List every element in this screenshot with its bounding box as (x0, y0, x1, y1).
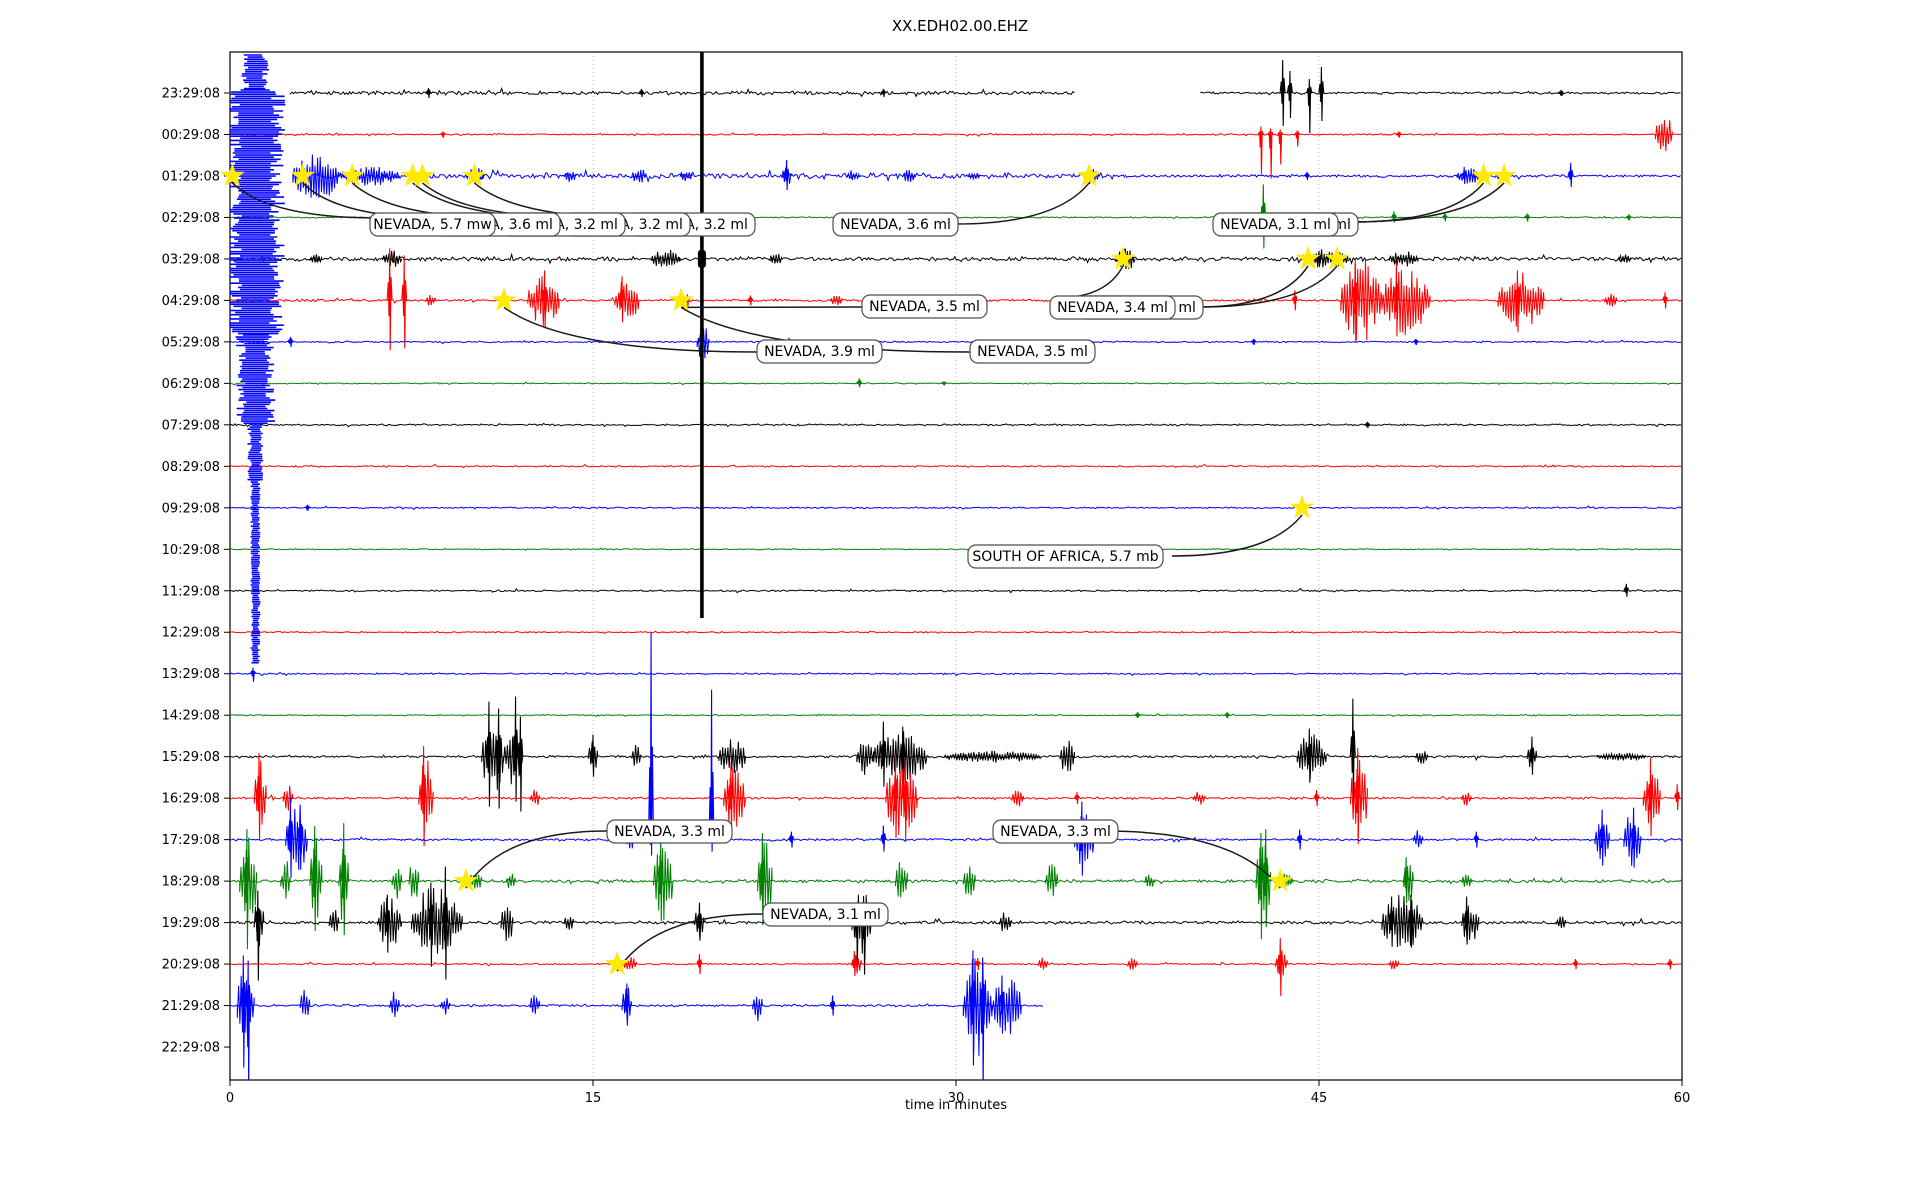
event-label: NEVADA, 3.1 ml (1212, 212, 1339, 237)
event-connector (1055, 265, 1124, 299)
y-tick-label: 01:29:08 (162, 169, 220, 184)
y-tick-label: 20:29:08 (162, 958, 220, 973)
event-label: NEVADA, 5.7 mw (369, 212, 496, 237)
y-tick-label: 00:29:08 (162, 128, 220, 143)
y-tick-label: 02:29:08 (162, 211, 220, 226)
event-label: NEVADA, 3.4 ml (1049, 295, 1176, 320)
y-tick-label: 07:29:08 (162, 418, 220, 433)
y-tick-label: 03:29:08 (162, 252, 220, 267)
svg-text:NEVADA, 3.3 ml: NEVADA, 3.3 ml (614, 824, 725, 840)
event-label: NEVADA, 3.3 ml (992, 819, 1119, 844)
clipped-black-event-line (700, 52, 704, 618)
event-star-marker (1295, 245, 1321, 270)
svg-text:NEVADA, 3.1 ml: NEVADA, 3.1 ml (1220, 217, 1331, 233)
svg-text:NEVADA, 5.7 mw: NEVADA, 5.7 mw (373, 217, 491, 233)
y-tick-label: 04:29:08 (162, 294, 220, 309)
y-tick-label: 22:29:08 (162, 1041, 220, 1056)
event-label: NEVADA, 3.6 ml (832, 212, 959, 237)
y-tick-label: 23:29:08 (162, 87, 220, 102)
svg-text:NEVADA, 3.3 ml: NEVADA, 3.3 ml (1000, 824, 1111, 840)
event-label: NEVADA, 3.1 ml (762, 902, 889, 927)
y-tick-label: 12:29:08 (162, 626, 220, 641)
svg-text:NEVADA, 3.5 ml: NEVADA, 3.5 ml (977, 344, 1088, 360)
y-tick-label: 09:29:08 (162, 501, 220, 516)
y-tick-label: 19:29:08 (162, 916, 220, 931)
x-axis-label: time in minutes (904, 1098, 1008, 1113)
svg-text:SOUTH OF AFRICA, 5.7 mb: SOUTH OF AFRICA, 5.7 mb (972, 549, 1158, 565)
y-tick-label: 10:29:08 (162, 543, 220, 558)
helicorder-page: XX.EDH02.00.EHZ 23:29:08 00:29:08 01:29:08… (0, 0, 1920, 1200)
y-tick-label: 17:29:08 (162, 833, 220, 848)
svg-text:NEVADA, 3.5 ml: NEVADA, 3.5 ml (869, 299, 980, 315)
y-tick-label: 18:29:08 (162, 875, 220, 890)
y-tick-label: 21:29:08 (162, 999, 220, 1014)
svg-text:NEVADA, 3.1 ml: NEVADA, 3.1 ml (770, 907, 881, 923)
helicorder-plot: 23:29:08 00:29:08 01:29:08 02:29:08 03:29:08… (162, 51, 1690, 1106)
y-tick-label: 06:29:08 (162, 377, 220, 392)
y-tick-label: 11:29:08 (162, 584, 220, 599)
event-star-marker (1491, 163, 1517, 187)
svg-text:NEVADA, 3.9 ml: NEVADA, 3.9 ml (764, 344, 875, 360)
y-tick-label: 08:29:08 (162, 460, 220, 475)
event-label: SOUTH OF AFRICA, 5.7 mb (967, 544, 1164, 569)
event-label: NEVADA, 3.5 ml (969, 339, 1096, 364)
y-tick-label: 14:29:08 (162, 709, 220, 724)
event-label: NEVADA, 3.9 ml (756, 339, 883, 364)
clipped-blue-burst (230, 54, 286, 664)
y-tick-label: 16:29:08 (162, 792, 220, 807)
event-connector (1351, 182, 1485, 223)
y-tick-label: 15:29:08 (162, 750, 220, 765)
svg-text:NEVADA, 3.4 ml: NEVADA, 3.4 ml (1057, 300, 1168, 316)
event-label: NEVADA, 3.5 ml (861, 294, 988, 319)
event-star-marker (1324, 245, 1350, 270)
y-tick-label: 13:29:08 (162, 667, 220, 682)
svg-text:NEVADA, 3.6 ml: NEVADA, 3.6 ml (840, 217, 951, 233)
y-tick-label: 05:29:08 (162, 335, 220, 350)
event-connector (1351, 182, 1505, 223)
event-label: NEVADA, 3.3 ml (606, 819, 733, 844)
